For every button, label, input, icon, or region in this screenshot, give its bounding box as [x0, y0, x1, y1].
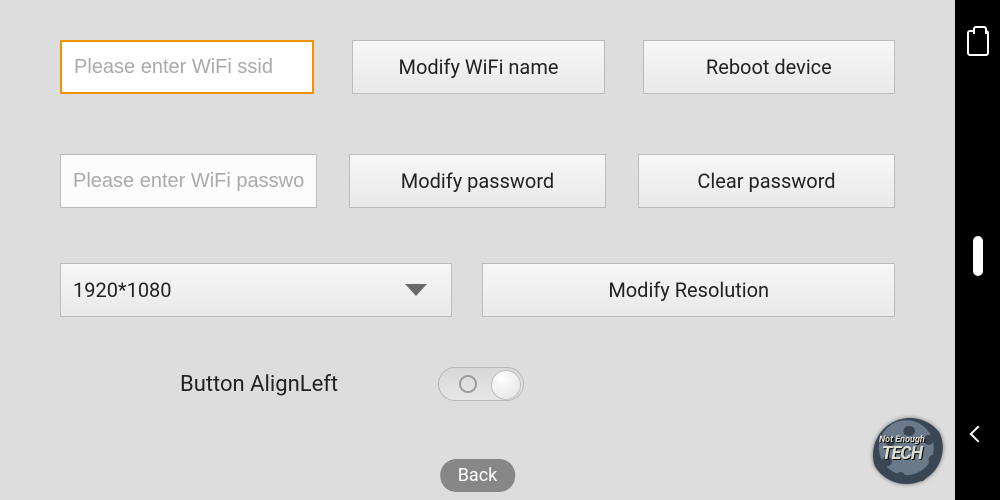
watermark-line1: Not [879, 435, 893, 445]
modify-wifi-name-button[interactable]: Modify WiFi name [352, 40, 604, 94]
toggle-thumb [491, 370, 521, 400]
back-caret-icon[interactable] [969, 426, 986, 443]
wifi-name-row: Modify WiFi name Reboot device [60, 40, 895, 94]
clipboard-icon[interactable] [967, 30, 989, 56]
chevron-down-icon [405, 284, 427, 296]
watermark-brand: TECH [879, 445, 925, 463]
modify-resolution-button[interactable]: Modify Resolution [482, 263, 895, 317]
clear-password-button[interactable]: Clear password [638, 154, 895, 208]
align-left-label: Button AlignLeft [180, 372, 338, 397]
watermark-line2: Enough [895, 435, 925, 445]
wifi-ssid-input[interactable] [74, 42, 300, 92]
align-left-toggle[interactable] [438, 367, 524, 401]
wifi-ssid-input-wrapper[interactable] [60, 40, 314, 94]
wifi-password-input[interactable] [73, 155, 304, 207]
back-toast: Back [440, 459, 516, 492]
settings-screen: Modify WiFi name Reboot device Modify pa… [0, 0, 955, 500]
resolution-select[interactable]: 1920*1080 [60, 263, 452, 317]
reboot-device-button[interactable]: Reboot device [643, 40, 895, 94]
resolution-selected-value: 1920*1080 [73, 278, 172, 302]
align-left-row: Button AlignLeft [180, 367, 895, 401]
resolution-row: 1920*1080 Modify Resolution [60, 263, 895, 317]
watermark-badge: Not Enough TECH [873, 418, 947, 492]
wifi-password-row: Modify password Clear password [60, 154, 895, 208]
toggle-off-indicator-icon [459, 375, 477, 393]
gesture-handle-icon[interactable] [973, 236, 983, 276]
wifi-password-input-wrapper[interactable] [60, 154, 317, 208]
system-nav-bar [955, 0, 1000, 500]
modify-password-button[interactable]: Modify password [349, 154, 606, 208]
gear-icon [873, 418, 947, 492]
